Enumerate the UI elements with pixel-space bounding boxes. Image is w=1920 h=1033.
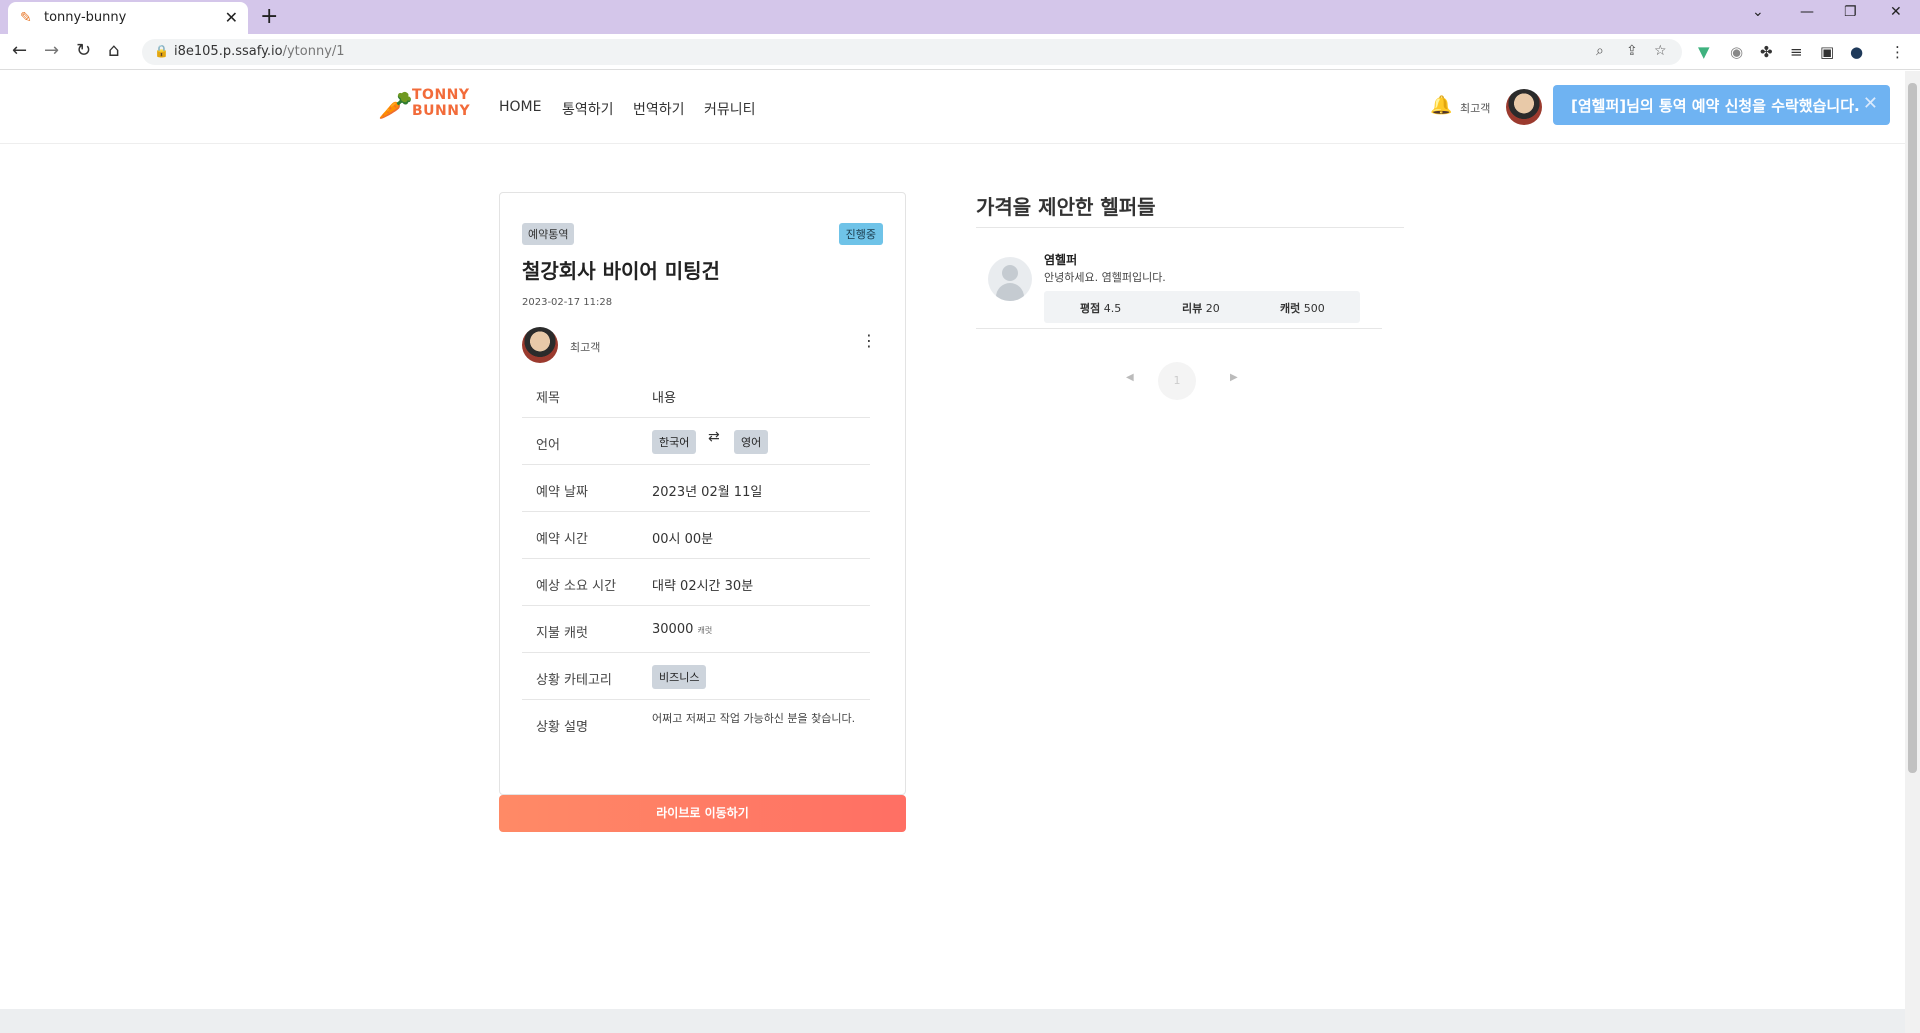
- bell-icon[interactable]: 🔔: [1430, 95, 1452, 116]
- info-row-category: 상황 카테고리 비즈니스: [522, 653, 870, 700]
- carrot-favicon-icon: ✎: [20, 10, 32, 26]
- helper-list-item[interactable]: 염헬퍼 안녕하세요. 염헬퍼입니다. 평점 4.5 리뷰 20 캐럿 500: [976, 237, 1382, 329]
- language-to-chip: 영어: [734, 430, 769, 454]
- logo-text: TONNY BUNNY: [412, 87, 471, 119]
- bottom-strip: [0, 1009, 1905, 1033]
- browser-tab-bar: ✎ tonny-bunny ✕ + ⌄ — ❐ ✕: [0, 0, 1920, 34]
- author-name: 최고객: [570, 341, 601, 354]
- info-value: 대략 02시간 30분: [652, 579, 754, 594]
- info-value: 00시 00분: [652, 532, 714, 547]
- header-avatar[interactable]: [1506, 89, 1542, 125]
- close-icon[interactable]: ✕: [1863, 93, 1878, 114]
- language-from-chip: 한국어: [652, 430, 697, 454]
- restore-icon[interactable]: ❐: [1844, 4, 1857, 20]
- info-row-subject: 제목 내용: [522, 371, 870, 418]
- home-icon[interactable]: ⌂: [108, 40, 119, 61]
- side-panel-icon[interactable]: ▣: [1820, 43, 1834, 61]
- helper-rating: 평점 4.5: [1080, 302, 1122, 315]
- page-content: 🥕 TONNY BUNNY HOME 통역하기 번역하기 커뮤니티 🔔 최고객 […: [0, 71, 1905, 1009]
- pagination: ◀ 1 ▶: [1120, 360, 1240, 400]
- scrollbar-thumb[interactable]: [1908, 83, 1917, 773]
- browser-tab[interactable]: ✎ tonny-bunny ✕: [8, 2, 248, 34]
- carrot-logo-icon: 🥕: [378, 89, 413, 122]
- request-card: 예약통역 진행중 철강회사 바이어 미팅건 2023-02-17 11:28 최…: [499, 192, 906, 795]
- helpers-title: 가격을 제안한 헬퍼들: [976, 195, 1156, 219]
- info-row-description: 상황 설명 어쩌고 저쩌고 작업 가능하신 분을 찾습니다.: [522, 700, 870, 750]
- request-title: 철강회사 바이어 미팅건: [522, 259, 720, 283]
- request-info-table: 제목 내용 언어 한국어 ⇄ 영어 예약 날짜 2023년 02월 11일 예약…: [522, 371, 870, 750]
- request-date: 2023-02-17 11:28: [522, 297, 613, 308]
- info-row-duration: 예상 소요 시간 대략 02시간 30분: [522, 559, 870, 606]
- helper-name: 염헬퍼: [1044, 253, 1078, 267]
- helper-reviews: 리뷰 20: [1182, 302, 1220, 315]
- tab-search-icon[interactable]: ⌄: [1752, 4, 1764, 20]
- info-label: 제목: [536, 391, 560, 406]
- close-window-icon[interactable]: ✕: [1890, 4, 1902, 20]
- info-label: 상황 설명: [536, 720, 588, 735]
- minimize-icon[interactable]: —: [1800, 4, 1814, 20]
- bookmark-star-icon[interactable]: ☆: [1654, 43, 1667, 59]
- category-chip: 비즈니스: [652, 665, 707, 689]
- default-avatar-icon: [988, 257, 1032, 301]
- author-avatar: [522, 327, 558, 363]
- info-value: 내용: [652, 391, 676, 406]
- info-label: 상황 카테고리: [536, 673, 612, 688]
- info-label: 언어: [536, 438, 560, 453]
- url-text: i8e105.p.ssafy.io/ytonny/1: [174, 44, 345, 59]
- close-tab-icon[interactable]: ✕: [225, 8, 238, 27]
- zoom-icon[interactable]: ⌕: [1596, 43, 1604, 59]
- helper-carrot: 캐럿 500: [1280, 302, 1325, 315]
- vue-devtools-icon[interactable]: ▼: [1698, 43, 1710, 61]
- info-value: 2023년 02월 11일: [652, 485, 763, 500]
- chevron-right-icon[interactable]: ▶: [1230, 372, 1238, 383]
- go-to-live-button[interactable]: 라이브로 이동하기: [499, 795, 906, 832]
- swap-arrows-icon: ⇄: [708, 429, 720, 445]
- browser-toolbar: ← → ↻ ⌂ 🔒 i8e105.p.ssafy.io/ytonny/1 ⌕ ⇪…: [0, 34, 1920, 70]
- info-row-time: 예약 시간 00시 00분: [522, 512, 870, 559]
- description-text: 어쩌고 저쩌고 작업 가능하신 분을 찾습니다.: [652, 712, 856, 725]
- divider: [976, 227, 1404, 228]
- info-row-date: 예약 날짜 2023년 02월 11일: [522, 465, 870, 512]
- info-row-language: 언어 한국어 ⇄ 영어: [522, 418, 870, 465]
- page-number[interactable]: 1: [1158, 362, 1196, 400]
- helper-stats: 평점 4.5 리뷰 20 캐럿 500: [1044, 291, 1360, 323]
- info-row-carrot: 지불 캐럿 30000 캐럿: [522, 606, 870, 653]
- back-icon[interactable]: ←: [12, 40, 27, 61]
- nav-translate[interactable]: 번역하기: [633, 99, 685, 119]
- nav-community[interactable]: 커뮤니티: [704, 99, 756, 119]
- header-username[interactable]: 최고객: [1460, 100, 1490, 116]
- info-value: 30000 캐럿: [652, 622, 713, 637]
- address-bar[interactable]: 🔒 i8e105.p.ssafy.io/ytonny/1 ⌕ ⇪ ☆: [142, 39, 1682, 65]
- reading-list-icon[interactable]: ≡: [1790, 43, 1803, 61]
- vertical-scrollbar[interactable]: [1905, 71, 1920, 1033]
- share-icon[interactable]: ⇪: [1626, 43, 1638, 59]
- more-options-icon[interactable]: ⋮: [861, 331, 877, 350]
- new-tab-icon[interactable]: +: [260, 4, 278, 29]
- menu-icon[interactable]: ⋮: [1890, 43, 1905, 61]
- info-label: 예약 시간: [536, 532, 588, 547]
- logo[interactable]: 🥕 TONNY BUNNY: [378, 87, 471, 123]
- nav-home[interactable]: HOME: [499, 99, 541, 115]
- tab-title: tonny-bunny: [44, 10, 127, 25]
- type-badge: 예약통역: [522, 223, 575, 245]
- chevron-left-icon[interactable]: ◀: [1126, 372, 1134, 383]
- forward-icon[interactable]: →: [44, 40, 59, 61]
- info-label: 지불 캐럿: [536, 626, 588, 641]
- lock-icon: 🔒: [154, 44, 169, 58]
- info-label: 예약 날짜: [536, 485, 588, 500]
- site-header: 🥕 TONNY BUNNY HOME 통역하기 번역하기 커뮤니티 🔔 최고객 […: [0, 71, 1905, 144]
- info-label: 예상 소요 시간: [536, 579, 617, 594]
- extensions-icon[interactable]: ✤: [1760, 43, 1773, 61]
- status-badge: 진행중: [838, 223, 883, 245]
- nav-interpret[interactable]: 통역하기: [562, 99, 614, 119]
- reload-icon[interactable]: ↻: [76, 40, 91, 61]
- camera-icon[interactable]: ◉: [1730, 43, 1743, 61]
- helper-greeting: 안녕하세요. 염헬퍼입니다.: [1044, 271, 1166, 284]
- profile-icon[interactable]: ●: [1850, 43, 1863, 61]
- toast-message: [염헬퍼]님의 통역 예약 신청을 수락했습니다.: [1571, 97, 1860, 115]
- notification-toast: [염헬퍼]님의 통역 예약 신청을 수락했습니다. ✕: [1553, 85, 1890, 125]
